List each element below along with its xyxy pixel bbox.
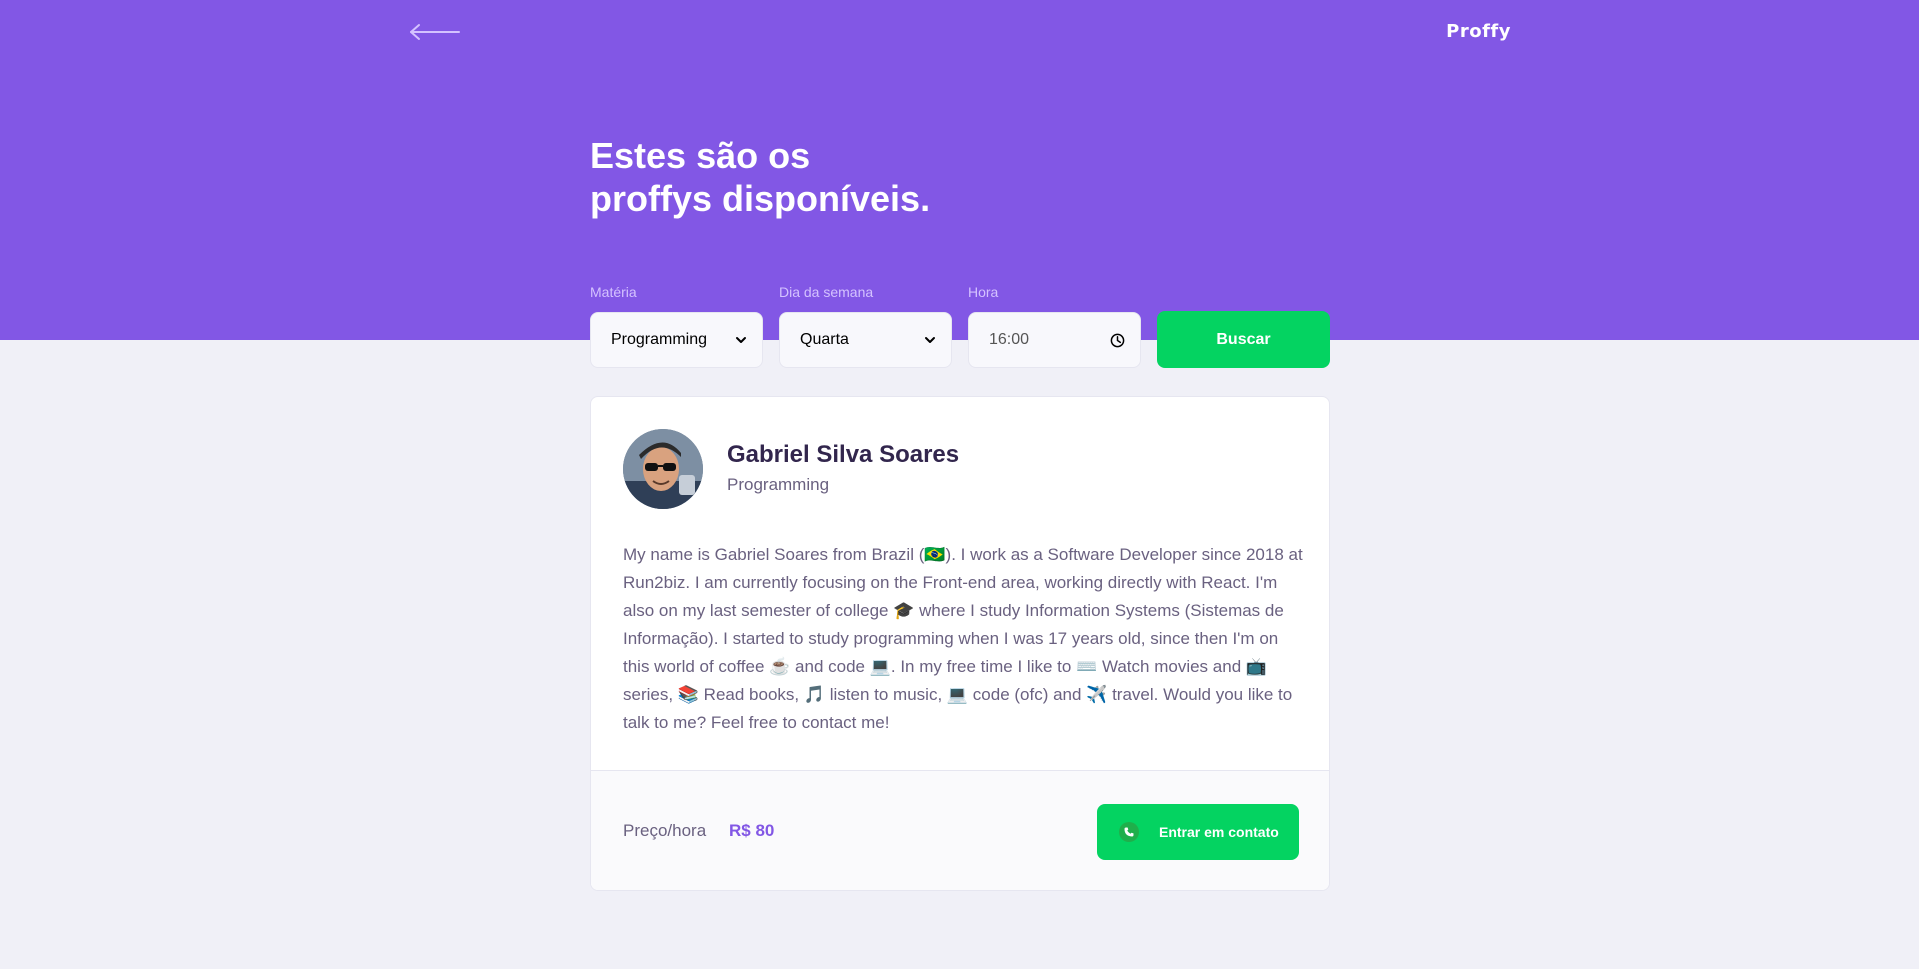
clock-icon[interactable] <box>1110 333 1125 348</box>
teacher-subject: Programming <box>727 475 830 494</box>
avatar-image <box>623 429 703 509</box>
arrow-left-icon <box>410 24 460 40</box>
search-button[interactable]: Buscar <box>1157 311 1330 368</box>
subject-select-value: Programming <box>611 331 708 348</box>
time-input-value: 16:00 <box>989 331 1030 348</box>
page-title: Estes são os proffys disponíveis. <box>590 134 1010 220</box>
time-filter: Hora 16:00 <box>968 282 1141 368</box>
contact-button[interactable]: Entrar em contato <box>1097 804 1299 860</box>
teacher-bio: My name is Gabriel Soares from Brazil (🇧… <box>623 545 1303 732</box>
weekday-label: Dia da semana <box>779 284 874 300</box>
teacher-card: Gabriel Silva Soares Programming My name… <box>590 396 1330 891</box>
time-input[interactable]: 16:00 <box>968 312 1141 368</box>
weekday-select-value: Quarta <box>800 331 849 348</box>
subject-select[interactable]: Programming <box>590 312 763 368</box>
search-filters-form: Matéria Programming Dia da semana Quarta… <box>590 282 1330 368</box>
page-title-line-1: Estes são os <box>590 135 811 176</box>
subject-label: Matéria <box>590 284 637 300</box>
weekday-select[interactable]: Quarta <box>779 312 952 368</box>
weekday-filter: Dia da semana Quarta <box>779 282 952 368</box>
time-label: Hora <box>968 284 999 300</box>
top-bar: Proffy <box>409 20 1511 44</box>
contact-button-label: Entrar em contato <box>1159 824 1279 840</box>
teacher-name: Gabriel Silva Soares <box>727 441 960 468</box>
back-button[interactable] <box>409 20 461 44</box>
subject-filter: Matéria Programming <box>590 282 763 368</box>
whatsapp-icon <box>1119 822 1139 842</box>
proffy-logo: Proffy <box>1446 21 1511 42</box>
avatar <box>623 429 703 509</box>
chevron-down-icon <box>925 337 935 343</box>
price-label: Preço/hora <box>623 821 707 840</box>
page-title-line-2: proffys disponíveis. <box>590 178 931 219</box>
chevron-down-icon <box>736 337 746 343</box>
card-footer: Preço/hora R$ 80 Entrar em contato <box>591 770 1329 890</box>
price-value: R$ 80 <box>729 821 775 840</box>
